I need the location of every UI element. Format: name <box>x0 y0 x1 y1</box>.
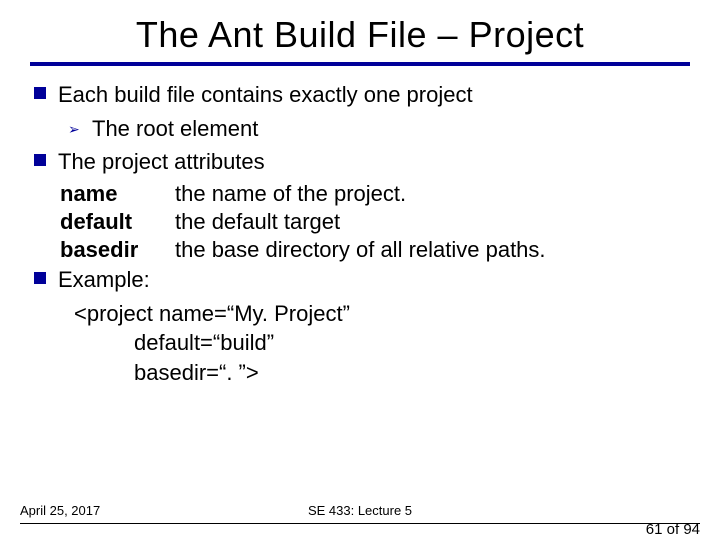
attribute-desc: the base directory of all relative paths… <box>175 237 546 263</box>
sub-bullet-item: ➢ The root element <box>34 114 690 144</box>
bullet-text: Example: <box>58 265 150 295</box>
footer-rule <box>20 523 700 524</box>
slide: The Ant Build File – Project Each build … <box>0 0 720 540</box>
attribute-desc: the name of the project. <box>175 181 406 207</box>
footer-course: SE 433: Lecture 5 <box>0 503 720 518</box>
square-bullet-icon <box>34 272 46 284</box>
slide-body: Each build file contains exactly one pro… <box>30 80 690 388</box>
arrow-bullet-icon: ➢ <box>68 121 82 138</box>
bullet-item: Example: <box>34 265 690 295</box>
sub-bullet-text: The root element <box>92 114 258 144</box>
example-line: default=“build” <box>34 328 690 358</box>
attribute-row: default the default target <box>34 209 690 235</box>
title-rule <box>30 62 690 66</box>
example-line: basedir=“. ”> <box>34 358 690 388</box>
bullet-text: The project attributes <box>58 147 265 177</box>
footer-page: 61 of 94 <box>646 521 700 538</box>
attribute-row: basedir the base directory of all relati… <box>34 237 690 263</box>
slide-title: The Ant Build File – Project <box>30 14 690 56</box>
bullet-item: The project attributes <box>34 147 690 177</box>
bullet-item: Each build file contains exactly one pro… <box>34 80 690 110</box>
bullet-text: Each build file contains exactly one pro… <box>58 80 473 110</box>
attribute-desc: the default target <box>175 209 340 235</box>
page-current: 61 <box>646 521 663 538</box>
attribute-row: name the name of the project. <box>34 181 690 207</box>
square-bullet-icon <box>34 87 46 99</box>
example-line: <project name=“My. Project” <box>34 299 690 329</box>
page-total: 94 <box>683 521 700 538</box>
attribute-name: default <box>60 209 175 235</box>
attribute-name: basedir <box>60 237 175 263</box>
square-bullet-icon <box>34 154 46 166</box>
page-sep: of <box>662 521 683 538</box>
attribute-name: name <box>60 181 175 207</box>
